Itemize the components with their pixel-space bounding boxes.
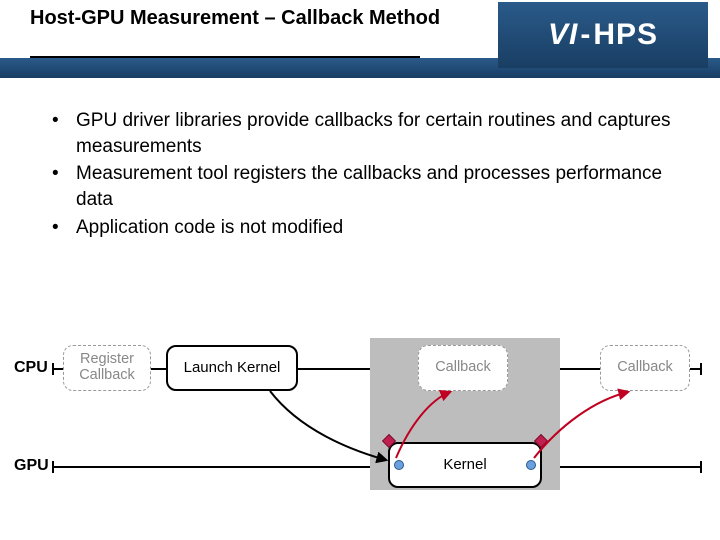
bullet-item: GPU driver libraries provide callbacks f…	[52, 108, 684, 159]
vihps-logo: VI - HPS	[498, 2, 708, 68]
kernel-start-circle	[394, 460, 404, 470]
logo-hps: HPS	[593, 18, 658, 52]
slide-header: Host-GPU Measurement – Callback Method V…	[0, 0, 720, 78]
callback-diagram: CPU GPU Register Callback Launch Kernel …	[0, 330, 720, 520]
bullet-item: Measurement tool registers the callbacks…	[52, 161, 684, 212]
bullet-item: Application code is not modified	[52, 215, 684, 241]
page-title: Host-GPU Measurement – Callback Method	[30, 6, 440, 31]
launch-kernel-box: Launch Kernel	[166, 345, 298, 391]
logo-dash: -	[580, 18, 591, 52]
cpu-lane-label: CPU	[14, 359, 48, 377]
logo-vi: VI	[548, 18, 578, 52]
kernel-box: Kernel	[388, 442, 542, 488]
bullet-list: GPU driver libraries provide callbacks f…	[52, 108, 684, 240]
register-callback-box: Register Callback	[63, 345, 151, 391]
callback-box-1: Callback	[418, 345, 508, 391]
launch-to-kernel-arrow	[270, 391, 386, 460]
callback-box-2: Callback	[600, 345, 690, 391]
gpu-lane-label: GPU	[14, 457, 49, 475]
kernel-end-circle	[526, 460, 536, 470]
